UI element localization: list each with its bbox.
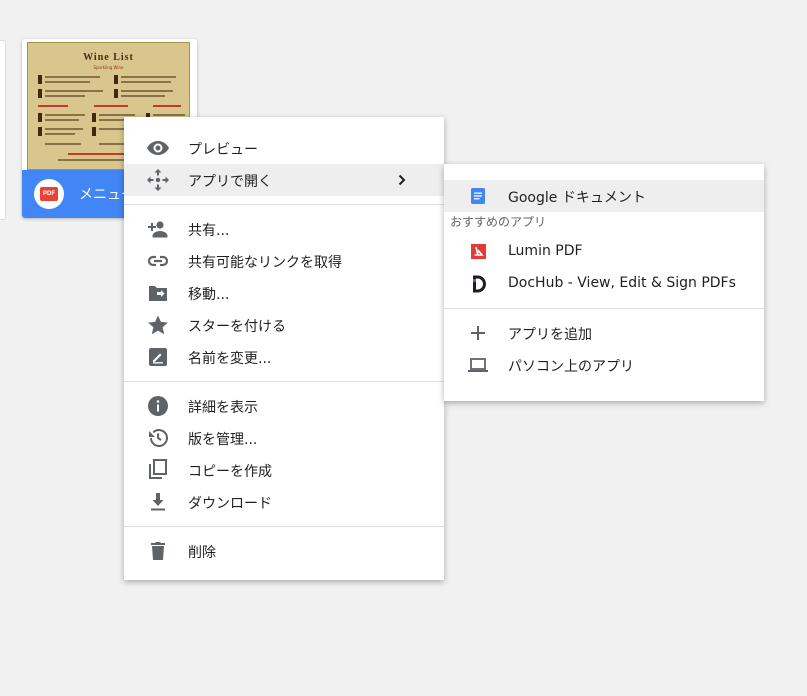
menu-item-label: 削除: [188, 545, 216, 561]
folder-move-icon: [146, 281, 170, 305]
menu-item-label: アプリを追加: [508, 327, 592, 343]
menu-item-details[interactable]: 詳細を表示: [124, 390, 444, 422]
chevron-right-icon: [398, 174, 406, 186]
menu-item-label: Lumin PDF: [508, 243, 583, 259]
menu-item-label: DocHub - View, Edit & Sign PDFs: [508, 275, 736, 291]
thumbnail-subtitle: Sparkling Wine: [93, 65, 124, 70]
menu-item-download[interactable]: ダウンロード: [124, 486, 444, 518]
menu-item-label: アプリで開く: [188, 174, 272, 190]
menu-divider: [124, 381, 444, 382]
add-app-button[interactable]: アプリを追加: [444, 317, 764, 349]
menu-item-open-with[interactable]: アプリで開く: [124, 164, 444, 196]
pencil-icon: [146, 345, 170, 369]
person-add-icon: [146, 217, 170, 241]
menu-item-label: ダウンロード: [188, 496, 272, 512]
adjacent-file-card[interactable]: [0, 40, 6, 220]
menu-item-label: 共有可能なリンクを取得: [188, 255, 342, 271]
open-with-dochub[interactable]: DocHub - View, Edit & Sign PDFs: [444, 268, 764, 300]
lumin-pdf-icon: [466, 240, 490, 264]
menu-item-label: 版を管理...: [188, 432, 258, 448]
menu-item-label: 移動...: [188, 287, 230, 303]
menu-divider: [124, 204, 444, 205]
menu-item-delete[interactable]: 削除: [124, 535, 444, 567]
menu-item-label: コピーを作成: [188, 464, 272, 480]
info-icon: [146, 394, 170, 418]
menu-item-star[interactable]: スターを付ける: [124, 309, 444, 341]
copy-icon: [146, 458, 170, 482]
desktop-apps-button[interactable]: パソコン上のアプリ: [444, 349, 764, 381]
menu-item-label: 共有...: [188, 223, 230, 239]
trash-icon: [146, 539, 170, 563]
menu-divider: [444, 308, 764, 309]
download-icon: [146, 490, 170, 514]
menu-item-move[interactable]: 移動...: [124, 277, 444, 309]
link-icon: [146, 249, 170, 273]
menu-item-rename[interactable]: 名前を変更...: [124, 341, 444, 373]
star-icon: [146, 313, 170, 337]
plus-icon: [466, 321, 490, 345]
google-docs-icon: [466, 184, 490, 208]
menu-item-make-copy[interactable]: コピーを作成: [124, 454, 444, 486]
thumbnail-title: Wine List: [83, 52, 134, 63]
dochub-icon: [466, 272, 490, 296]
pdf-file-icon: PDF: [34, 179, 64, 209]
menu-divider: [124, 526, 444, 527]
move-arrows-icon: [146, 168, 170, 192]
menu-item-label: 詳細を表示: [188, 400, 258, 416]
menu-item-get-link[interactable]: 共有可能なリンクを取得: [124, 245, 444, 277]
section-label-recommended: おすすめのアプリ: [450, 215, 547, 229]
open-with-google-docs[interactable]: Google ドキュメント: [444, 180, 764, 212]
open-with-lumin-pdf[interactable]: Lumin PDF: [444, 236, 764, 268]
pdf-badge: PDF: [40, 187, 58, 201]
menu-item-label: スターを付ける: [188, 319, 286, 335]
context-menu: プレビュー アプリで開く 共有... 共有可能なリンクを取得 移動... スター…: [124, 117, 444, 580]
open-with-submenu: Google ドキュメント おすすめのアプリ Lumin PDF DocHub …: [444, 164, 764, 401]
history-icon: [146, 426, 170, 450]
menu-item-preview[interactable]: プレビュー: [124, 132, 444, 164]
menu-item-label: Google ドキュメント: [508, 190, 646, 206]
laptop-icon: [466, 353, 490, 377]
menu-item-label: 名前を変更...: [188, 351, 272, 367]
menu-item-manage-versions[interactable]: 版を管理...: [124, 422, 444, 454]
eye-icon: [146, 136, 170, 160]
menu-item-label: パソコン上のアプリ: [508, 359, 634, 375]
menu-item-share[interactable]: 共有...: [124, 213, 444, 245]
menu-item-label: プレビュー: [188, 142, 258, 158]
